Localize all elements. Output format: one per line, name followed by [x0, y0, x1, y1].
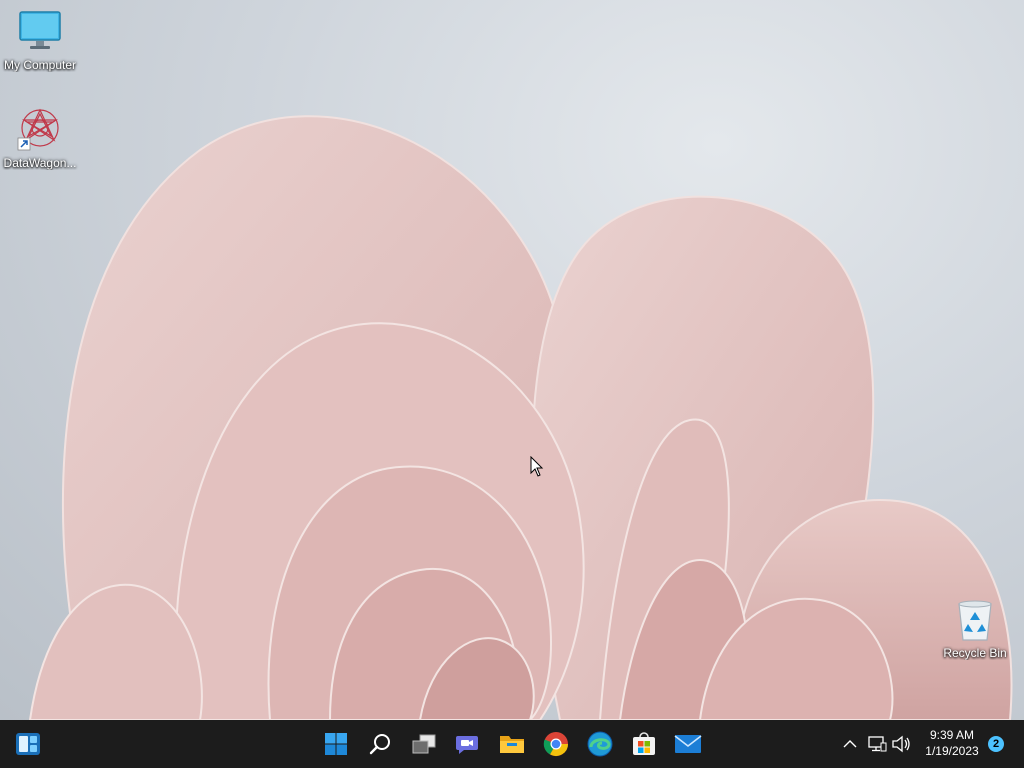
network-icon — [868, 736, 887, 752]
taskbar: 9:39 AM 1/19/2023 — [0, 720, 1024, 768]
edge-button[interactable] — [580, 724, 620, 764]
desktop-icon-label: My Computer — [3, 58, 77, 72]
network-button[interactable] — [866, 732, 888, 756]
desktop-icon-label: DataWagon... — [3, 156, 77, 170]
search-icon — [369, 734, 390, 755]
wallpaper-bloom — [28, 115, 1013, 720]
clock-button[interactable]: 9:39 AM 1/19/2023 — [916, 727, 988, 759]
task-view-icon — [412, 734, 436, 754]
widgets-icon — [16, 733, 40, 755]
recycle-bin-icon — [951, 596, 999, 644]
desktop-icon-my-computer[interactable]: My Computer — [0, 8, 80, 72]
chrome-icon — [543, 732, 568, 757]
windows-logo-icon — [325, 733, 347, 755]
chrome-button[interactable] — [536, 724, 576, 764]
desktop-icon-label: Recycle Bin — [943, 646, 1007, 660]
monitor-icon — [16, 8, 64, 56]
clock-time: 9:39 AM — [929, 728, 975, 742]
folder-icon — [500, 736, 524, 753]
chat-button[interactable] — [448, 724, 488, 764]
edge-icon — [587, 731, 613, 757]
store-icon — [633, 732, 655, 755]
task-view-button[interactable] — [404, 724, 444, 764]
start-button[interactable] — [316, 724, 356, 764]
mail-icon — [674, 735, 702, 753]
search-button[interactable] — [360, 724, 400, 764]
desktop-icon-datawagon[interactable]: DataWagon... — [0, 106, 80, 170]
chevron-up-icon — [843, 740, 857, 748]
widgets-button[interactable] — [8, 724, 48, 764]
clock-date: 1/19/2023 — [925, 744, 979, 758]
mouse-cursor-icon — [530, 456, 544, 477]
file-explorer-button[interactable] — [492, 724, 532, 764]
show-hidden-icons-button[interactable] — [840, 732, 860, 756]
speaker-icon — [892, 735, 910, 753]
mail-button[interactable] — [668, 724, 708, 764]
store-button[interactable] — [624, 724, 664, 764]
desktop-icon-recycle-bin[interactable]: Recycle Bin — [935, 596, 1015, 660]
teams-chat-icon — [456, 736, 478, 754]
desktop[interactable]: My Computer DataWagon... Recycle Bin — [0, 0, 1024, 720]
notification-badge[interactable]: 2 — [988, 736, 1004, 752]
datawagon-shortcut-icon — [16, 106, 64, 154]
volume-button[interactable] — [890, 732, 912, 756]
